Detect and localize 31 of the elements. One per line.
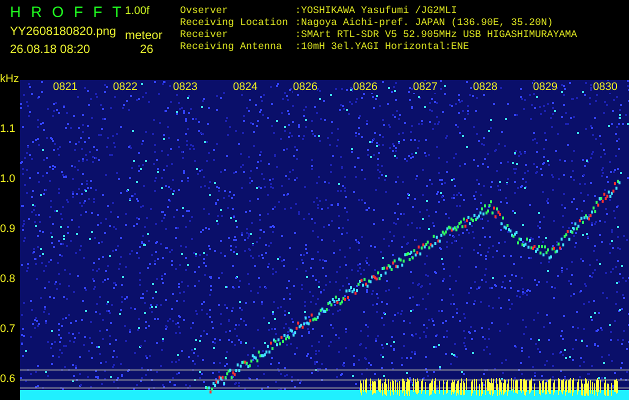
info-label: Receiving Antenna <box>180 42 284 54</box>
unit-label: kHz <box>0 73 19 85</box>
info-value: :10mH 3el.YAGI Horizontal:ENE <box>295 42 470 54</box>
mode-label: meteor <box>125 27 162 44</box>
time-label: 0830 <box>593 81 618 93</box>
frequency-label: 1.0 <box>0 173 16 185</box>
time-label: 0821 <box>53 81 78 93</box>
frequency-label: 0.8 <box>0 273 16 285</box>
app-title: H R O F F T <box>10 3 122 23</box>
time-label: 0827 <box>413 81 438 93</box>
info-value: :SMArt RTL-SDR V5 52.905MHz USB HIGASHIMURAYAMA <box>295 30 578 42</box>
info-label: Ovserver <box>180 6 230 18</box>
version-label: 1.00f <box>125 4 150 19</box>
frequency-label: 0.7 <box>0 323 16 335</box>
time-label: 0828 <box>473 81 498 93</box>
info-value: :Nagoya Aichi-pref. JAPAN (136.90E, 35.20N) <box>295 18 554 30</box>
time-label: 0826 <box>353 81 378 93</box>
time-label: 0822 <box>113 81 138 93</box>
count-label: 26 <box>140 41 154 58</box>
frequency-label: 1.1 <box>0 123 16 135</box>
datetime-label: 26.08.18 08:20 <box>10 41 90 58</box>
filename-label: YY2608180820.png <box>10 23 116 40</box>
info-label: Receiver <box>180 30 230 42</box>
time-label: 0823 <box>173 81 198 93</box>
time-label: 0824 <box>233 81 258 93</box>
info-value: :YOSHIKAWA Yasufumi /JG2MLI <box>295 6 458 18</box>
frequency-label: 0.9 <box>0 223 16 235</box>
frequency-label: 0.6 <box>0 373 16 385</box>
time-label: 0826 <box>293 81 318 93</box>
info-label: Receiving Location <box>180 18 290 30</box>
time-label: 0829 <box>533 81 558 93</box>
